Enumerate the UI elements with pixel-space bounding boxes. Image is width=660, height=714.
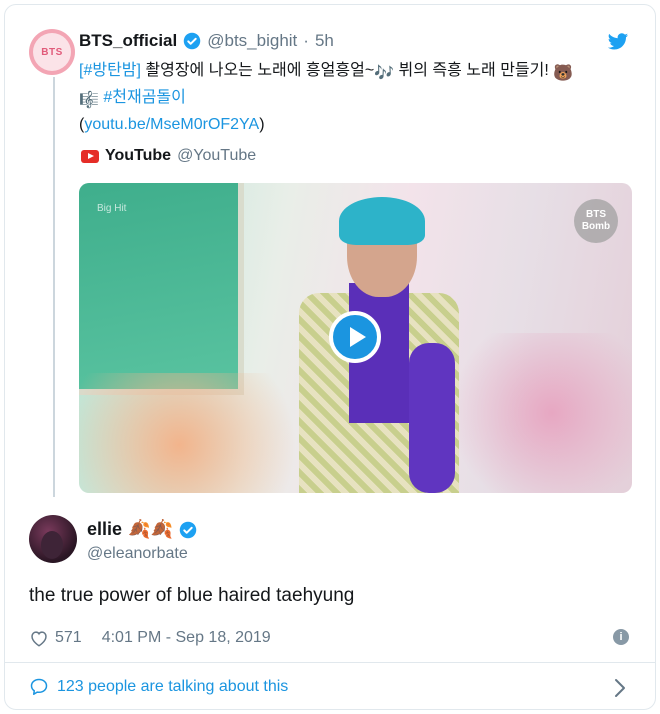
quoted-text-part1: 촬영장에 나오는 노래에 흥얼흥얼~: [140, 62, 375, 79]
youtube-icon: [81, 149, 99, 163]
video-paint-splash-2: [432, 333, 632, 493]
quoted-time[interactable]: 5h: [315, 31, 334, 51]
info-icon[interactable]: i: [613, 629, 629, 645]
video-person-hair: [339, 197, 425, 245]
author-avatar[interactable]: [29, 515, 77, 563]
bts-bomb-badge: BTS Bomb: [574, 199, 618, 243]
verified-icon: [179, 521, 197, 538]
card-source[interactable]: YouTube @YouTube: [81, 147, 256, 165]
quoted-author-handle[interactable]: @bts_bighit: [207, 31, 297, 51]
video-paint-splash: [79, 373, 329, 493]
hashtag-link[interactable]: [#방탄밤]: [79, 62, 141, 79]
quoted-avatar-label: BTS: [33, 33, 71, 71]
quoted-avatar[interactable]: BTS: [29, 29, 75, 75]
author-handle[interactable]: @eleanorbate: [87, 545, 188, 563]
badge-line1: BTS: [586, 209, 606, 220]
link-close-paren: ): [259, 116, 265, 133]
embedded-tweet-card: BTS BTS_official @bts_bighit · 5h [#방탄밤]…: [4, 4, 656, 710]
tweet-meta: 571 4:01 PM - Sep 18, 2019: [29, 629, 271, 647]
author-name-row: ellie 🍂🍂: [87, 519, 197, 540]
thread-line: [53, 77, 55, 497]
card-source-handle[interactable]: @YouTube: [177, 147, 256, 165]
heart-icon[interactable]: [29, 629, 49, 647]
conversation-text[interactable]: 123 people are talking about this: [57, 678, 288, 696]
youtube-link[interactable]: youtu.be/MseM0rOF2YA: [84, 116, 259, 133]
comment-icon: [30, 678, 48, 695]
quoted-author-name[interactable]: BTS_official: [79, 31, 177, 51]
video-chalkboard: [79, 183, 244, 395]
video-player[interactable]: Big Hit BTS Bomb: [79, 183, 632, 493]
divider: [5, 662, 655, 663]
card-source-name[interactable]: YouTube: [105, 147, 171, 165]
tweet-text: the true power of blue haired taehyung: [29, 585, 355, 606]
quoted-header: BTS_official @bts_bighit · 5h: [79, 31, 334, 51]
quoted-separator: ·: [303, 31, 309, 50]
video-watermark: Big Hit: [97, 203, 127, 214]
conversation-link[interactable]: 123 people are talking about this: [29, 677, 288, 697]
author-name-emoji: 🍂🍂: [128, 519, 173, 539]
badge-line2: Bomb: [581, 221, 611, 232]
twitter-bird-icon[interactable]: [607, 31, 629, 53]
verified-icon: [184, 32, 201, 50]
hashtag-link-2[interactable]: #천재곰돌이: [99, 89, 186, 106]
like-count[interactable]: 571: [55, 629, 82, 647]
quoted-text: [#방탄밤] 촬영장에 나오는 노래에 흥얼흥얼~🎶 뷔의 즉흥 노래 만들기!…: [79, 59, 639, 137]
music-emoji: 🎶: [374, 65, 395, 82]
clef-emoji: 🎼: [79, 92, 99, 109]
bear-emoji: 🐻: [553, 65, 574, 82]
tweet-timestamp[interactable]: 4:01 PM - Sep 18, 2019: [102, 629, 271, 647]
chevron-right-icon[interactable]: [613, 677, 627, 699]
play-icon[interactable]: [329, 311, 381, 363]
author-name[interactable]: ellie: [87, 519, 122, 540]
quoted-text-part2: 뷔의 즉흥 노래 만들기!: [394, 62, 554, 79]
video-person-arm: [409, 343, 455, 493]
